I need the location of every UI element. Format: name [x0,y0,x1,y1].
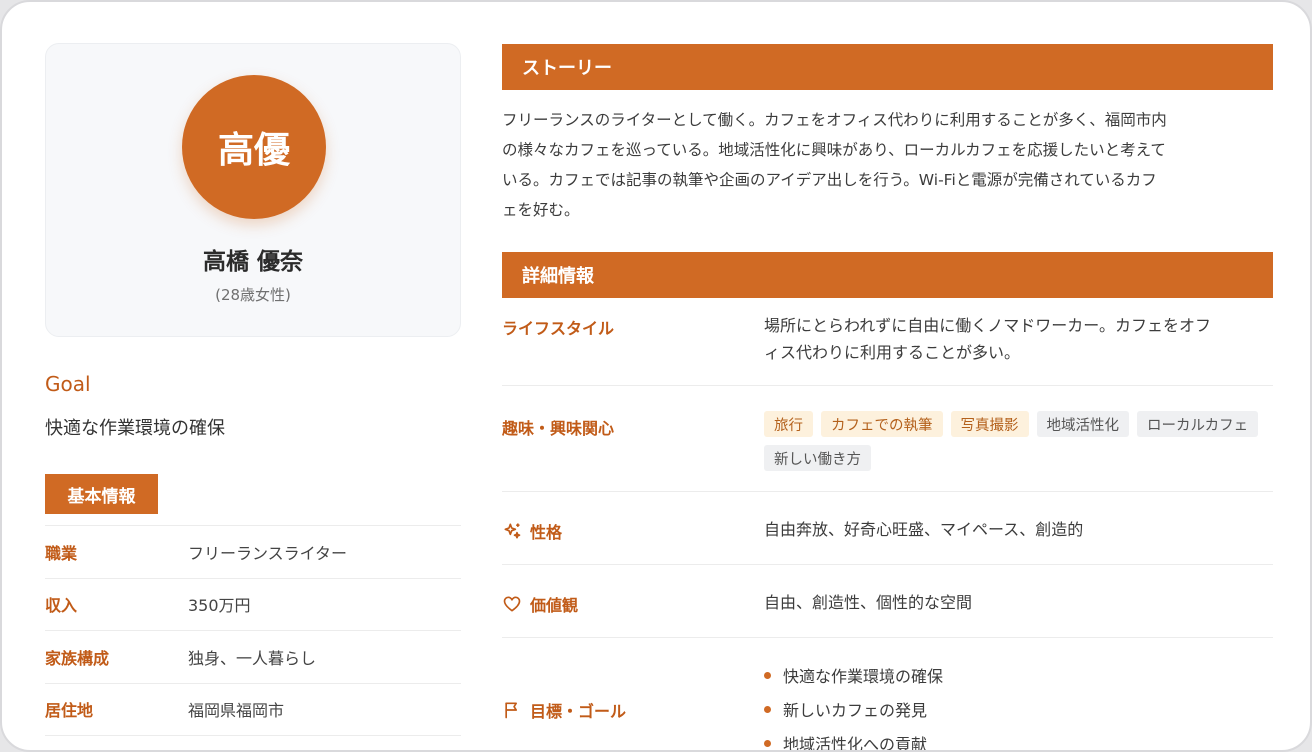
basic-info-header: 基本情報 [45,474,158,514]
bullet-dot [764,705,771,713]
goal-title: Goal [45,372,91,396]
interest-tag: 新しい働き方 [764,445,871,471]
persona-page: 高優 高橋 優奈 (28歳女性) Goal 快適な作業環境の確保 基本情報 職業… [0,0,1312,752]
heart-icon [503,596,521,612]
basic-info-row-family: 家族構成 独身、一人暮らし [45,631,461,684]
lifestyle-label: ライフスタイル [502,319,615,338]
goal-item: 快適な作業環境の確保 [764,658,943,692]
goal-item: 地域活性化への貢献 [764,726,943,750]
detail-row-values: 価値観 自由、創造性、個性的な空間 [502,565,1273,638]
basic-info-table: 職業 フリーランスライター 収入 350万円 家族構成 独身、一人暮らし 居住地… [45,525,461,736]
interest-tags: 旅行 カフェでの執筆 写真撮影 地域活性化 ローカルカフェ 新しい働き方 [764,411,1273,471]
bullet-dot [764,739,771,747]
interests-label: 趣味・興味関心 [502,419,615,438]
personality-value: 自由奔放、好奇心旺盛、マイペース、創造的 [764,520,1084,539]
story-line: フリーランスのライターとして働く。カフェをオフィス代わりに利用することが多く、福… [502,111,1167,129]
basic-info-value: 独身、一人暮らし [188,648,317,668]
interest-tag: 旅行 [764,411,813,437]
interest-tag: ローカルカフェ [1137,411,1259,437]
basic-info-row-income: 収入 350万円 [45,579,461,631]
flag-icon [505,702,517,719]
values-value: 自由、創造性、個性的な空間 [764,593,973,612]
story-line: いる。カフェでは記事の執筆や企画のアイデア出しを行う。Wi-Fiと電源が完備され… [502,171,1157,189]
story-header: ストーリー [502,44,1273,90]
basic-info-row-residence: 居住地 福岡県福岡市 [45,684,461,736]
values-label: 価値観 [502,592,578,616]
lifestyle-value: 場所にとらわれずに自由に働くノマドワーカー。カフェをオフ ィス代わりに利用するこ… [764,316,1212,362]
story-line: の様々なカフェを巡っている。地域活性化に興味があり、ローカルカフェを応援したいと… [502,141,1166,159]
goal-text: 快適な作業環境の確保 [45,418,225,439]
goals-label: 目標・ゴール [502,698,626,722]
interest-tag: 写真撮影 [950,411,1029,437]
basic-info-value: 350万円 [188,596,251,616]
avatar: 高優 [182,75,326,219]
detail-row-personality: 性格 自由奔放、好奇心旺盛、マイペース、創造的 [502,492,1273,565]
sparkles-icon [504,523,521,539]
persona-age: (28歳女性) [215,286,291,304]
goal-item: 新しいカフェの発見 [764,692,943,726]
details-header: 詳細情報 [502,252,1273,298]
profile-card: 高優 高橋 優奈 (28歳女性) [45,43,461,337]
detail-row-goals: 目標・ゴール 快適な作業環境の確保 新しいカフェの発見 地域活性化への貢献 [502,638,1273,750]
story-text: フリーランスのライターとして働く。カフェをオフィス代わりに利用することが多く、福… [502,105,1277,225]
story-line: ェを好む。 [502,201,580,219]
detail-row-lifestyle: ライフスタイル 場所にとらわれずに自由に働くノマドワーカー。カフェをオフ ィス代… [502,298,1273,386]
basic-info-row-occupation: 職業 フリーランスライター [45,526,461,579]
interest-tag: カフェでの執筆 [821,411,943,437]
basic-info-label: 居住地 [45,701,94,721]
personality-label: 性格 [502,519,562,543]
basic-info-value: 福岡県福岡市 [188,701,285,721]
detail-row-interests: 趣味・興味関心 旅行 カフェでの執筆 写真撮影 地域活性化 ローカルカフェ 新し… [502,386,1273,492]
basic-info-label: 家族構成 [45,648,110,668]
basic-info-value: フリーランスライター [188,543,348,563]
basic-info-label: 収入 [45,596,78,616]
persona-name: 高橋 優奈 [202,249,303,275]
basic-info-label: 職業 [45,543,78,563]
bullet-dot [764,671,771,679]
interest-tag: 地域活性化 [1036,411,1129,437]
goals-list: 快適な作業環境の確保 新しいカフェの発見 地域活性化への貢献 [764,658,943,750]
